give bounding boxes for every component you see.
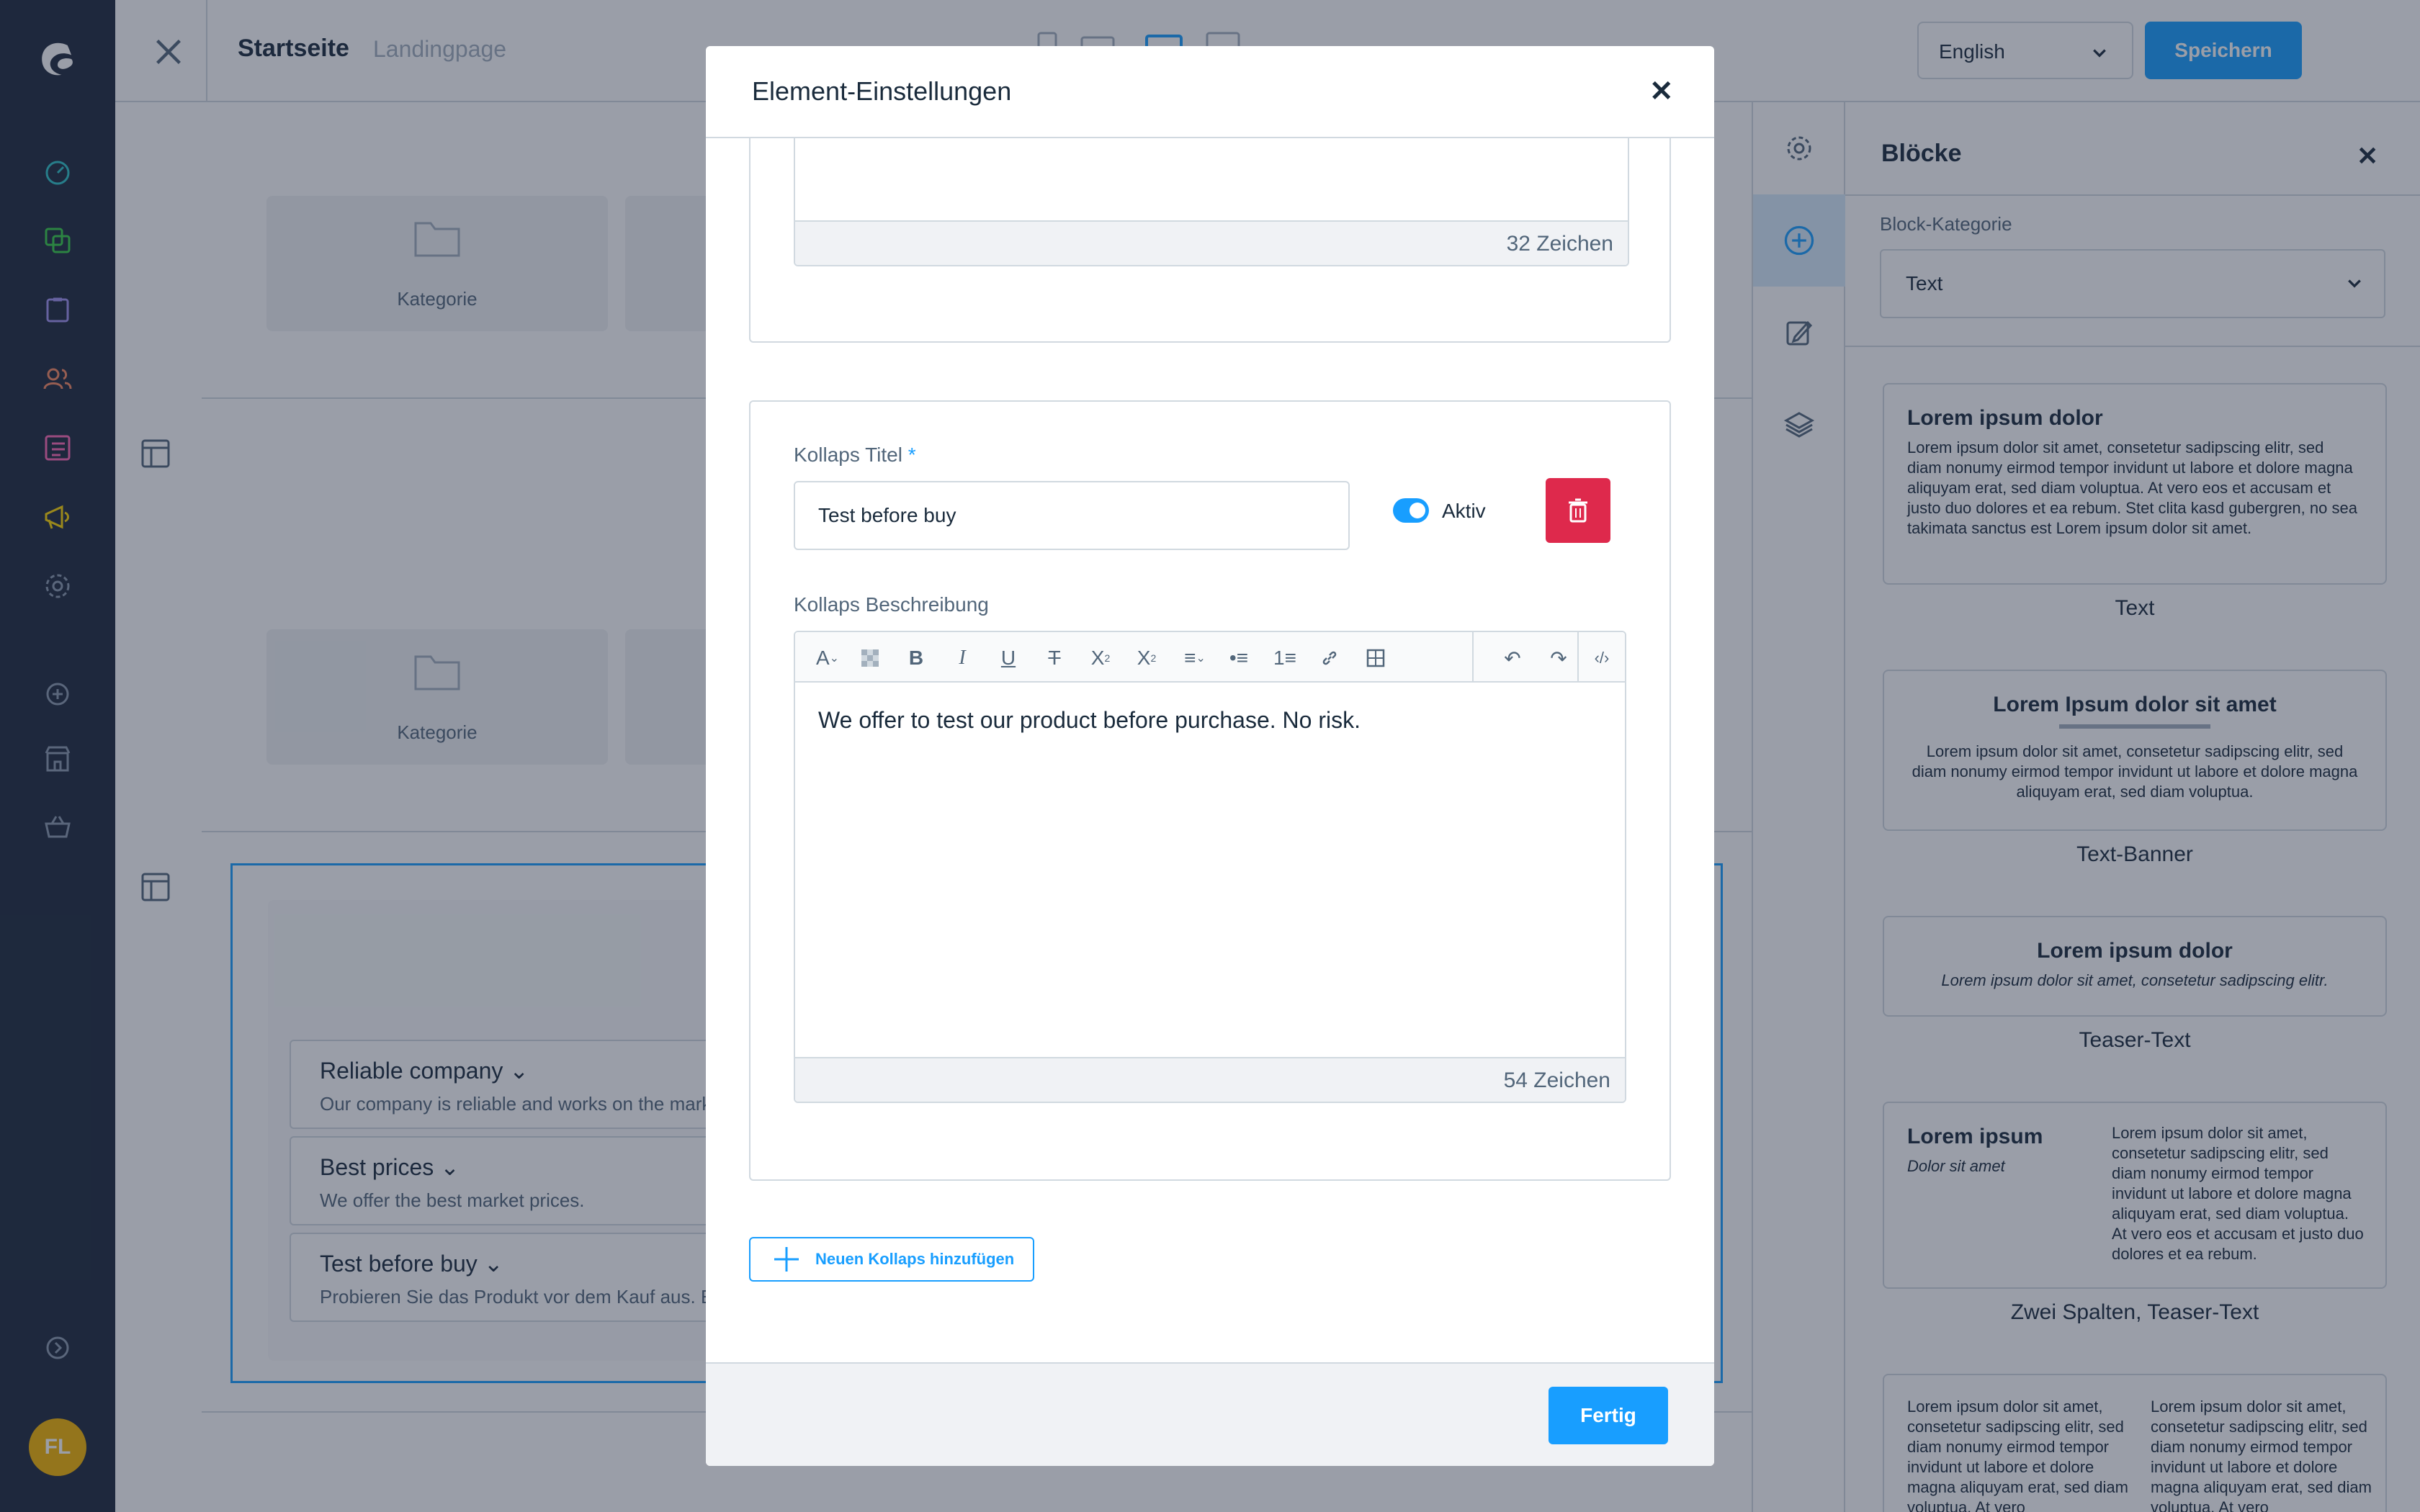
align-icon[interactable]: ≡ ⌄ [1175, 644, 1214, 672]
collapse-description-label: Kollaps Beschreibung [794, 593, 989, 616]
numbered-list-icon[interactable]: 1≡ [1270, 644, 1299, 672]
table-icon[interactable] [1361, 644, 1390, 672]
close-icon[interactable]: ✕ [1649, 75, 1674, 108]
modal-header: Element-Einstellungen ✕ [706, 46, 1714, 138]
collapse-title-label: Kollaps Titel * [794, 444, 916, 467]
collapse-card: Kollaps Titel * Test before buy Aktiv Ko… [749, 400, 1671, 1181]
editor-content[interactable]: We offer to test our product before purc… [818, 707, 1361, 734]
italic-icon[interactable]: I [948, 644, 977, 672]
toolbar-separator [1472, 632, 1474, 683]
char-counter: 54 Zeichen [795, 1057, 1625, 1102]
editor-toolbar: A ⌄ B I U T X2 X2 ≡ ⌄ •≡ 1≡ ↶ ↷ ‹/› [795, 632, 1625, 683]
modal-title: Element-Einstellungen [752, 76, 1012, 106]
code-icon[interactable]: ‹/› [1587, 644, 1616, 672]
strikethrough-icon[interactable]: T [1040, 644, 1069, 672]
collapse-card-previous: 32 Zeichen [749, 138, 1671, 343]
active-toggle[interactable] [1393, 498, 1429, 523]
toolbar-separator [1577, 632, 1579, 683]
subscript-icon[interactable]: X2 [1132, 644, 1161, 672]
add-collapse-label: Neuen Kollaps hinzufügen [815, 1250, 1015, 1268]
trash-icon [1569, 498, 1587, 523]
active-label: Aktiv [1442, 500, 1486, 522]
plus-icon [774, 1247, 799, 1272]
bulleted-list-icon[interactable]: •≡ [1224, 644, 1253, 672]
redo-icon[interactable]: ↷ [1544, 644, 1573, 672]
delete-button[interactable] [1546, 478, 1610, 543]
collapse-title-label-text: Kollaps Titel [794, 444, 902, 466]
link-icon[interactable] [1315, 644, 1344, 672]
text-style-icon[interactable]: A ⌄ [810, 644, 846, 672]
bold-icon[interactable]: B [902, 644, 931, 672]
undo-icon[interactable]: ↶ [1498, 644, 1527, 672]
add-collapse-button[interactable]: Neuen Kollaps hinzufügen [749, 1237, 1034, 1282]
collapse-title-input[interactable]: Test before buy [794, 481, 1350, 550]
element-settings-modal: Element-Einstellungen ✕ 32 Zeichen Kolla… [706, 46, 1714, 1466]
required-mark: * [908, 444, 916, 466]
superscript-icon[interactable]: X2 [1086, 644, 1115, 672]
underline-icon[interactable]: U [994, 644, 1023, 672]
toggle-knob [1410, 503, 1425, 518]
description-editor[interactable]: A ⌄ B I U T X2 X2 ≡ ⌄ •≡ 1≡ ↶ ↷ ‹/› We off… [794, 631, 1626, 1103]
modal-footer: Fertig [706, 1362, 1714, 1466]
done-button[interactable]: Fertig [1549, 1387, 1668, 1444]
description-editor-previous[interactable]: 32 Zeichen [794, 138, 1629, 266]
char-counter: 32 Zeichen [795, 220, 1628, 265]
text-color-icon[interactable] [856, 644, 884, 672]
